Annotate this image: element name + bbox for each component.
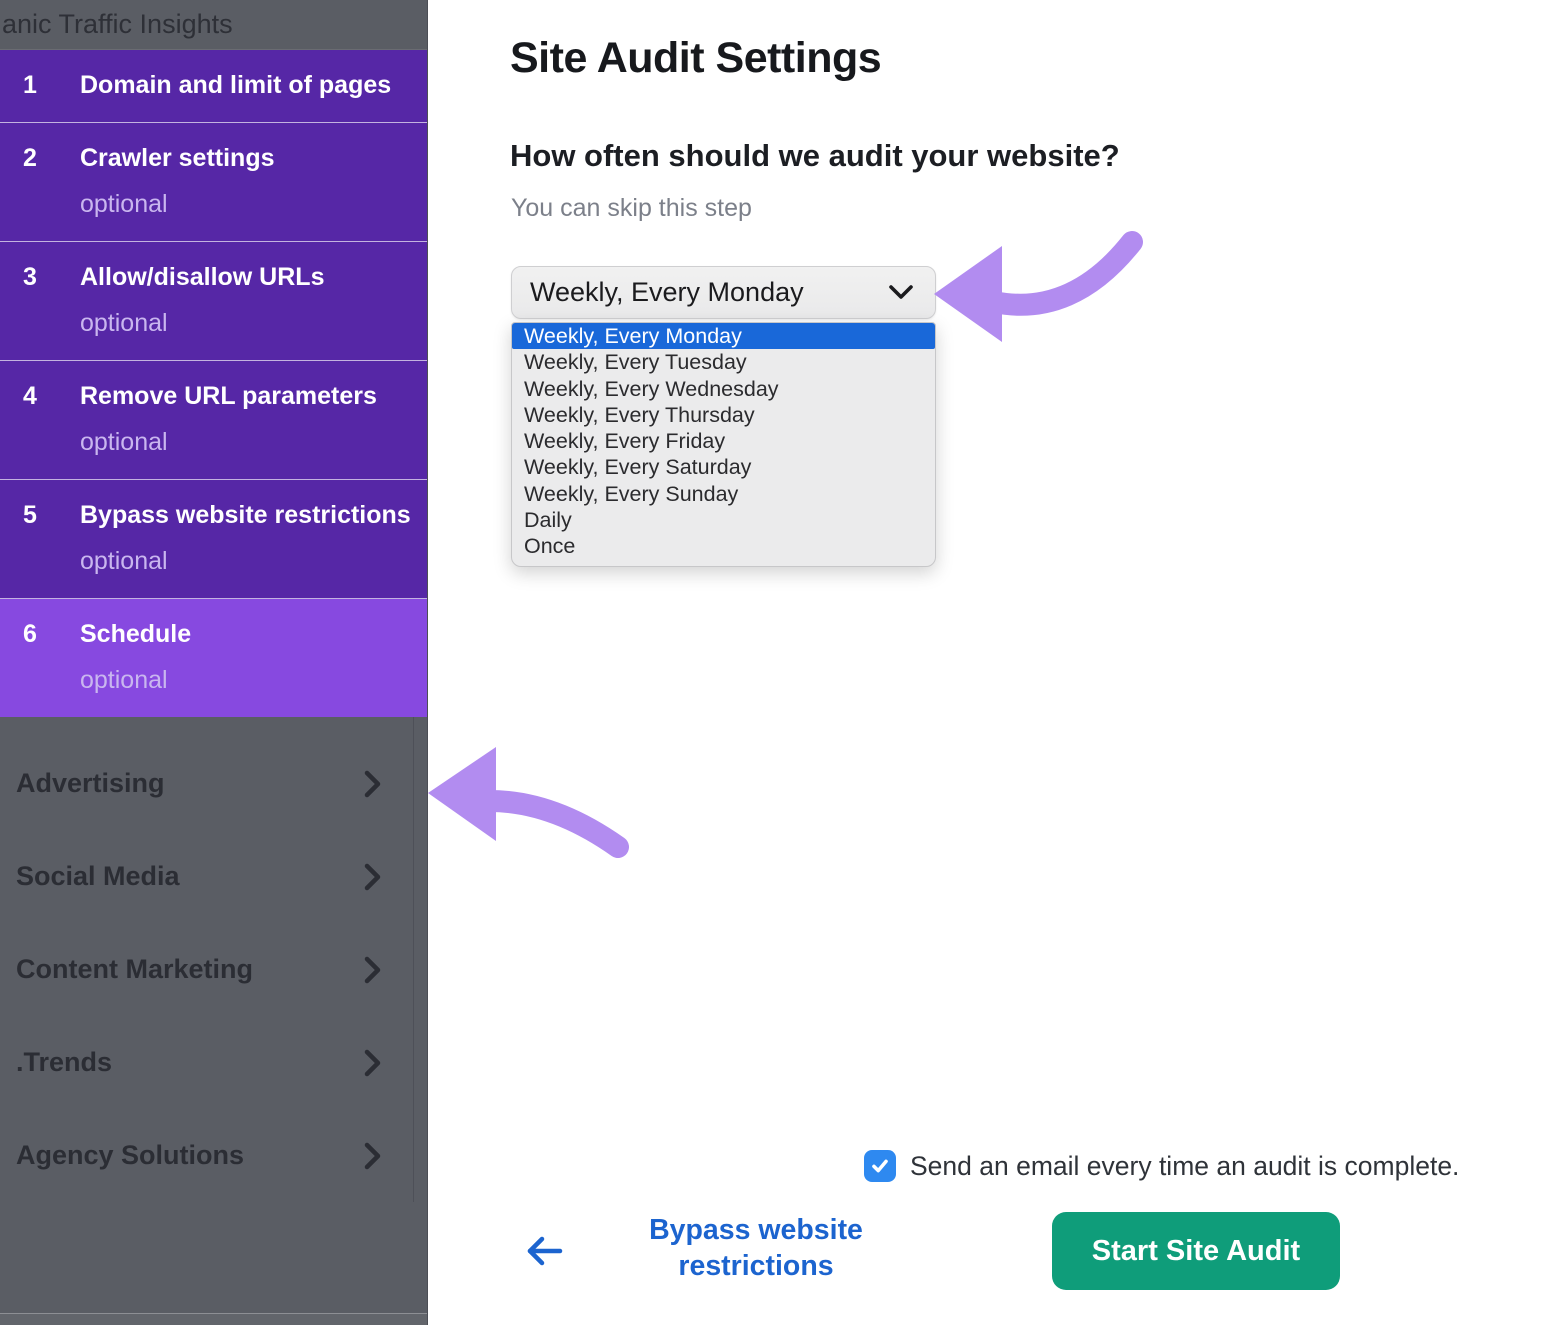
step-number: 5 xyxy=(0,495,80,581)
chevron-right-icon xyxy=(364,955,381,985)
step-remove-url-parameters[interactable]: 4 Remove URL parameters optional xyxy=(0,361,427,480)
chevron-right-icon xyxy=(364,1141,381,1171)
option-weekly-thursday[interactable]: Weekly, Every Thursday xyxy=(512,402,935,428)
step-crawler-settings[interactable]: 2 Crawler settings optional xyxy=(0,123,427,242)
step-title: Domain and limit of pages xyxy=(80,65,417,105)
step-title: Allow/disallow URLs xyxy=(80,257,417,297)
page-title: Site Audit Settings xyxy=(510,34,881,83)
sidebar-item-agency-solutions[interactable]: Agency Solutions xyxy=(0,1109,427,1202)
step-number: 4 xyxy=(0,376,80,462)
back-arrow-button[interactable] xyxy=(520,1226,568,1274)
email-checkbox-checked[interactable] xyxy=(864,1150,896,1182)
step-optional-label: optional xyxy=(80,184,417,224)
sidebar-header-organic-traffic-insights: anic Traffic Insights xyxy=(0,0,427,50)
start-site-audit-button[interactable]: Start Site Audit xyxy=(1052,1212,1340,1290)
option-weekly-saturday[interactable]: Weekly, Every Saturday xyxy=(512,454,935,480)
option-weekly-monday[interactable]: Weekly, Every Monday xyxy=(512,323,935,349)
step-domain-and-limit-of-pages[interactable]: 1 Domain and limit of pages xyxy=(0,50,427,123)
option-weekly-friday[interactable]: Weekly, Every Friday xyxy=(512,428,935,454)
select-dropdown-list: Weekly, Every Monday Weekly, Every Tuesd… xyxy=(511,322,936,567)
audit-steps-list: 1 Domain and limit of pages 2 Crawler se… xyxy=(0,50,427,717)
step-title: Crawler settings xyxy=(80,138,417,178)
step-title: Remove URL parameters xyxy=(80,376,417,416)
sidebar-item-content-marketing[interactable]: Content Marketing xyxy=(0,923,427,1016)
sidebar-menu: Advertising Social Media Content Marketi… xyxy=(0,717,427,1202)
step-title: Bypass website restrictions xyxy=(80,495,417,535)
step-number: 1 xyxy=(0,65,80,105)
sidebar: anic Traffic Insights 1 Domain and limit… xyxy=(0,0,428,1325)
step-bypass-website-restrictions[interactable]: 5 Bypass website restrictions optional xyxy=(0,480,427,599)
email-checkbox-label: Send an email every time an audit is com… xyxy=(910,1151,1459,1182)
select-current-value: Weekly, Every Monday xyxy=(530,277,804,308)
sidebar-bottom-divider xyxy=(0,1313,427,1325)
main-content: Site Audit Settings How often should we … xyxy=(428,0,1564,1325)
chevron-right-icon xyxy=(364,769,381,799)
sidebar-item-social-media[interactable]: Social Media xyxy=(0,830,427,923)
purple-arrow-to-dropdown xyxy=(932,220,1147,350)
step-number: 3 xyxy=(0,257,80,343)
chevron-right-icon xyxy=(364,1048,381,1078)
step-title: Schedule xyxy=(80,614,417,654)
step-optional-label: optional xyxy=(80,660,417,700)
sidebar-item-advertising[interactable]: Advertising xyxy=(0,737,427,830)
option-weekly-sunday[interactable]: Weekly, Every Sunday xyxy=(512,481,935,507)
option-once[interactable]: Once xyxy=(512,533,935,559)
menu-item-label: Advertising xyxy=(16,768,165,799)
step-optional-label: optional xyxy=(80,422,417,462)
bypass-website-restrictions-link[interactable]: Bypass website restrictions xyxy=(628,1212,884,1284)
step-optional-label: optional xyxy=(80,541,417,581)
step-number: 6 xyxy=(0,614,80,700)
site-audit-settings-page: anic Traffic Insights 1 Domain and limit… xyxy=(0,0,1564,1325)
sidebar-scrollbar-track xyxy=(413,717,414,1202)
audit-frequency-question: How often should we audit your website? xyxy=(510,138,1120,174)
option-daily[interactable]: Daily xyxy=(512,507,935,533)
step-schedule-active[interactable]: 6 Schedule optional xyxy=(0,599,427,717)
option-weekly-wednesday[interactable]: Weekly, Every Wednesday xyxy=(512,376,935,402)
step-optional-label: optional xyxy=(80,303,417,343)
chevron-right-icon xyxy=(364,862,381,892)
step-allow-disallow-urls[interactable]: 3 Allow/disallow URLs optional xyxy=(0,242,427,361)
sidebar-item-trends[interactable]: .Trends xyxy=(0,1016,427,1109)
menu-item-label: .Trends xyxy=(16,1047,112,1078)
step-number: 2 xyxy=(0,138,80,224)
chevron-down-icon xyxy=(889,285,913,300)
option-weekly-tuesday[interactable]: Weekly, Every Tuesday xyxy=(512,349,935,375)
menu-item-label: Content Marketing xyxy=(16,954,253,985)
audit-frequency-select[interactable]: Weekly, Every Monday xyxy=(511,266,936,319)
menu-item-label: Social Media xyxy=(16,861,180,892)
email-notification-row: Send an email every time an audit is com… xyxy=(864,1150,1459,1182)
skip-step-note: You can skip this step xyxy=(511,194,752,223)
menu-item-label: Agency Solutions xyxy=(16,1140,244,1171)
